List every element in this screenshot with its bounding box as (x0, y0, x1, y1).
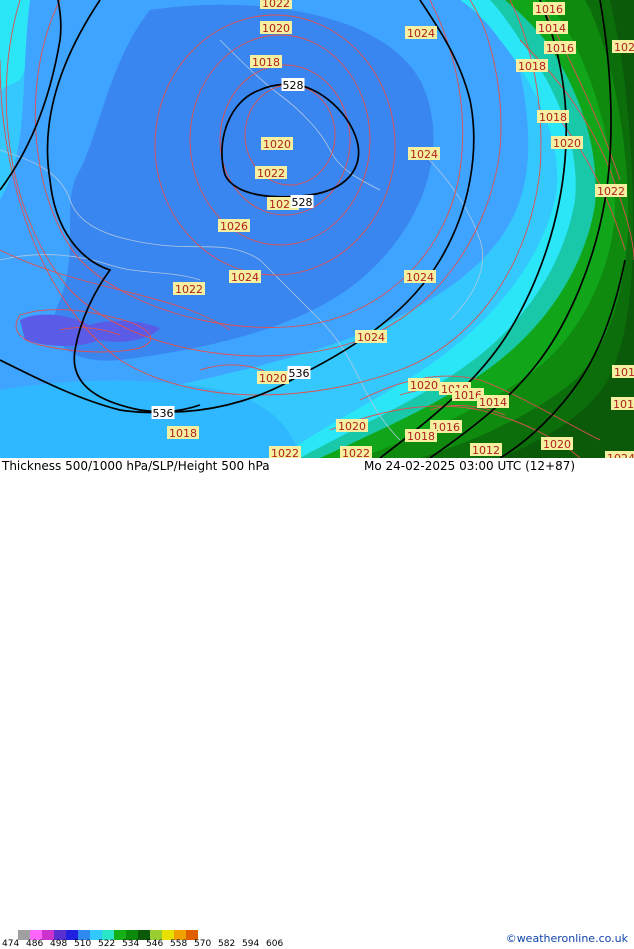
legend-tick: 534 (122, 939, 140, 949)
pressure-label: 1022 (175, 283, 203, 296)
height-label: 528 (292, 196, 313, 209)
pressure-label: 1012 (472, 444, 500, 457)
legend-tick: 510 (74, 939, 92, 949)
pressure-label: 1018 (518, 60, 546, 73)
pressure-label: 1020 (263, 138, 291, 151)
pressure-label: 1018 (407, 430, 435, 443)
legend-tick: 558 (170, 939, 188, 949)
pressure-label: 1014 (538, 22, 566, 35)
pressure-label: 1020 (262, 22, 290, 35)
pressure-label: 1018 (539, 111, 567, 124)
pressure-label: 1014 (613, 398, 634, 411)
legend-tick: 498 (50, 939, 68, 949)
pressure-label: 1024 (407, 27, 435, 40)
pressure-label: 1018 (169, 427, 197, 440)
legend-tick: 570 (194, 939, 212, 949)
pressure-label: 1016 (546, 42, 574, 55)
valid-time: Mo 24-02-2025 03:00 UTC (12+87) (364, 459, 576, 473)
credit-link[interactable]: ©weatheronline.co.uk (506, 932, 628, 945)
pressure-label: 1020 (259, 372, 287, 385)
pressure-label: 1020 (410, 379, 438, 392)
pressure-label: 1020 (553, 137, 581, 150)
pressure-label: 1024 (231, 271, 259, 284)
map-title: Thickness 500/1000 hPa/SLP/Height 500 hP… (2, 459, 270, 473)
pressure-label: 1018 (252, 56, 280, 69)
height-label: 536 (153, 407, 174, 420)
pressure-label: 1020 (338, 420, 366, 433)
pressure-label: 1024 (410, 148, 438, 161)
pressure-label: 1016 (535, 3, 563, 16)
legend-tick: 546 (146, 939, 164, 949)
legend-tick: 522 (98, 939, 116, 949)
weather-map: 1022 1020 1018 1020 1022 1024 1024 1024 1026 1024… (0, 0, 634, 458)
legend-tick: 474 (2, 939, 20, 949)
pressure-label: 1024 (406, 271, 434, 284)
pressure-label: 1020 (614, 41, 634, 54)
pressure-label: 1026 (220, 220, 248, 233)
legend-tick: 606 (266, 939, 284, 949)
height-label: 528 (283, 79, 304, 92)
pressure-label: 1014 (479, 396, 507, 409)
legend-tick: 486 (26, 939, 44, 949)
pressure-label: 1020 (543, 438, 571, 451)
pressure-label: 1022 (262, 0, 290, 10)
legend-tick: 582 (218, 939, 236, 949)
pressure-label: 1022 (271, 447, 299, 458)
pressure-label: 1022 (257, 167, 285, 180)
pressure-label: 1016 (614, 366, 634, 379)
pressure-label: 1022 (597, 185, 625, 198)
height-label: 536 (289, 367, 310, 380)
footer: Thickness 500/1000 hPa/SLP/Height 500 hP… (0, 458, 634, 949)
map-canvas: 1022 1020 1018 1020 1022 1024 1024 1024 1026 1024… (0, 0, 634, 458)
pressure-label: 1022 (342, 447, 370, 458)
legend-tick: 594 (242, 939, 260, 949)
pressure-label: 1024 (357, 331, 385, 344)
